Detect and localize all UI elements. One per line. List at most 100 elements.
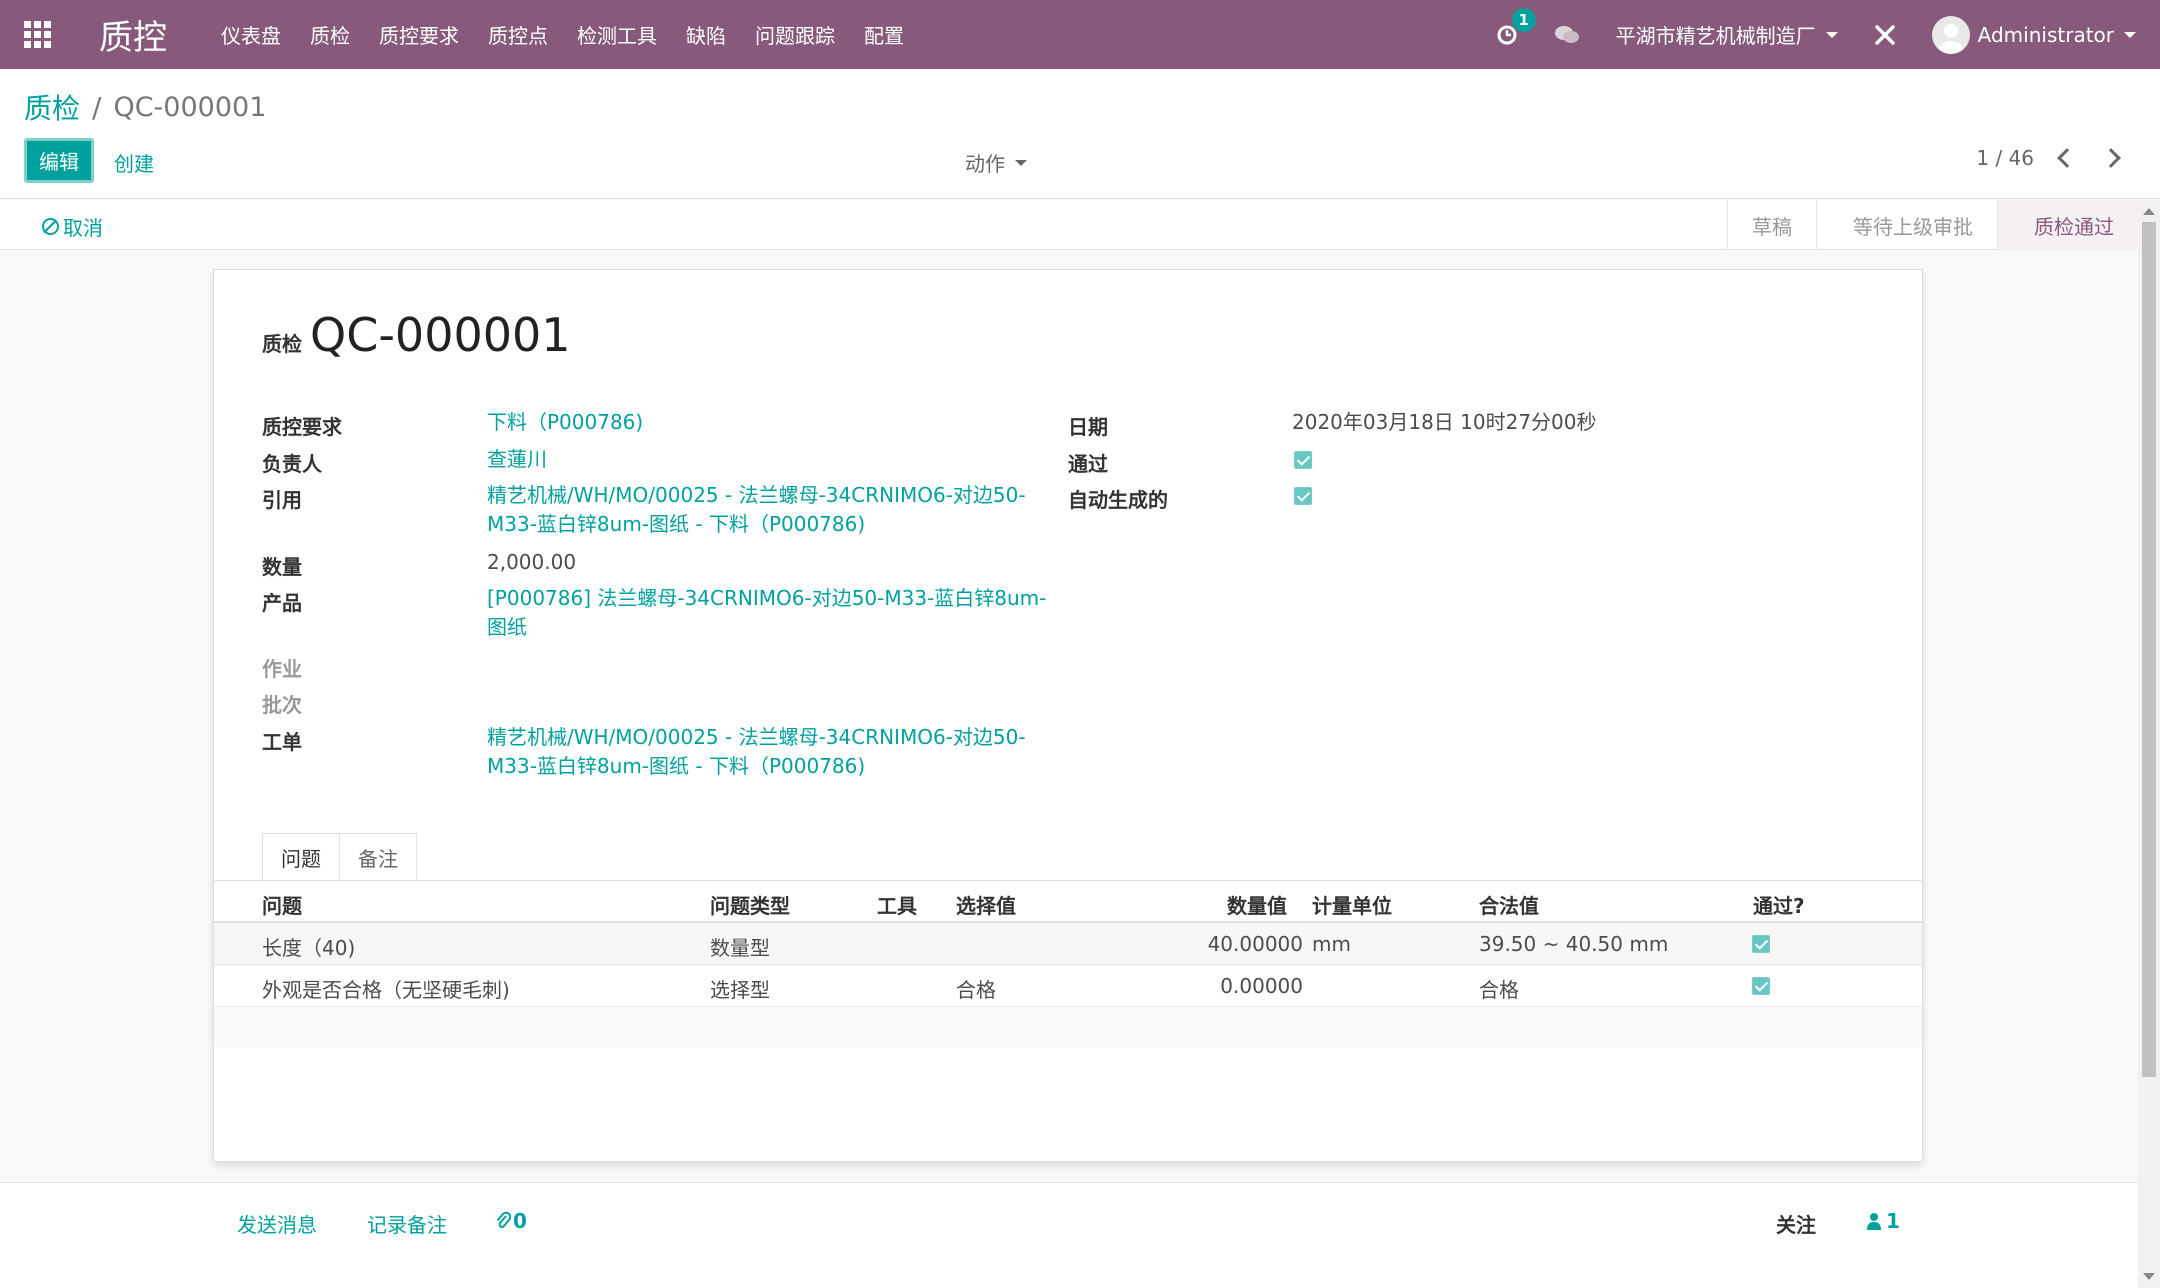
field-product-line2: 图纸 bbox=[487, 615, 527, 639]
menu-issue-tracking[interactable]: 问题跟踪 bbox=[755, 20, 835, 49]
notebook-tabs: 问题 备注 bbox=[262, 833, 417, 881]
table-row-empty bbox=[214, 1007, 1922, 1047]
control-panel: 质检 / QC-000001 编辑 创建 动作 1 / 46 bbox=[0, 69, 2160, 199]
debug-tools-button[interactable] bbox=[1874, 24, 1896, 46]
send-message-button[interactable]: 发送消息 bbox=[237, 1209, 317, 1238]
label-passed: 通过 bbox=[1068, 452, 1108, 476]
row-passed-checkbox bbox=[1752, 935, 1770, 953]
company-name: 平湖市精艺机械制造厂 bbox=[1615, 24, 1816, 48]
label-product: 产品 bbox=[262, 591, 302, 615]
tab-questions[interactable]: 问题 bbox=[262, 833, 340, 881]
cell-type: 数量型 bbox=[710, 936, 770, 960]
col-tool[interactable]: 工具 bbox=[877, 890, 917, 919]
field-product-line1: [P000786] 法兰螺母-34CRNIMO6-对边50-M33-蓝白锌8um… bbox=[487, 586, 1047, 610]
chevron-down-icon bbox=[1015, 159, 1027, 166]
create-button[interactable]: 创建 bbox=[114, 148, 154, 177]
cell-choice: 合格 bbox=[956, 978, 996, 1002]
tools-icon bbox=[1874, 24, 1895, 45]
vertical-scrollbar[interactable] bbox=[2138, 200, 2160, 1288]
stage-pending-approval[interactable]: 等待上级审批 bbox=[1816, 200, 1997, 250]
stage-passed[interactable]: 质检通过 bbox=[1997, 200, 2138, 250]
col-legal-value[interactable]: 合法值 bbox=[1479, 890, 1539, 919]
form-sheet: 质检 QC-000001 质控要求 负责人 引用 数量 产品 作业 批次 工单 … bbox=[213, 269, 1923, 1162]
breadcrumb: 质检 / QC-000001 bbox=[24, 87, 266, 127]
field-responsible[interactable]: 查蓮川 bbox=[487, 445, 547, 474]
chat-icon bbox=[1554, 25, 1579, 43]
field-reference[interactable]: 精艺机械/WH/MO/00025 - 法兰螺母-34CRNIMO6-对边50- … bbox=[487, 481, 1026, 539]
record-title: 质检 QC-000001 bbox=[262, 308, 571, 362]
menu-defects[interactable]: 缺陷 bbox=[686, 20, 726, 49]
chevron-left-icon[interactable] bbox=[2057, 148, 2077, 168]
menu-quality-requirements[interactable]: 质控要求 bbox=[379, 20, 459, 49]
auto-generated-checkbox bbox=[1294, 487, 1312, 505]
col-passed[interactable]: 通过? bbox=[1753, 890, 1805, 919]
actions-label: 动作 bbox=[965, 152, 1005, 176]
cell-question: 长度（40) bbox=[262, 936, 356, 960]
field-workorder-line2: M33-蓝白锌8um-图纸 - 下料（P000786) bbox=[487, 754, 866, 778]
top-navbar: 质控 仪表盘 质检 质控要求 质控点 检测工具 缺陷 问题跟踪 配置 1 平湖市… bbox=[0, 0, 2160, 69]
user-menu[interactable]: Administrator bbox=[1931, 15, 2136, 54]
attachments-button[interactable]: 0 bbox=[495, 1209, 527, 1233]
app-brand[interactable]: 质控 bbox=[99, 10, 167, 59]
followers-button[interactable]: 1 bbox=[1866, 1209, 1900, 1233]
label-date: 日期 bbox=[1068, 415, 1108, 439]
actions-dropdown[interactable]: 动作 bbox=[965, 148, 1027, 177]
company-switcher[interactable]: 平湖市精艺机械制造厂 bbox=[1616, 20, 1838, 49]
field-date: 2020年03月18日 10时27分00秒 bbox=[1292, 410, 1597, 434]
chevron-down-icon bbox=[2124, 31, 2136, 38]
menu-configuration[interactable]: 配置 bbox=[864, 20, 904, 49]
pager: 1 / 46 bbox=[1976, 146, 2121, 170]
table-row[interactable]: 长度（40) 数量型 40.00000 mm 39.50 ~ 40.50 mm bbox=[214, 923, 1922, 965]
menu-quality-check[interactable]: 质检 bbox=[310, 20, 350, 49]
col-uom[interactable]: 计量单位 bbox=[1312, 890, 1392, 919]
messaging-button[interactable] bbox=[1554, 24, 1580, 46]
scroll-up-icon[interactable] bbox=[2143, 208, 2155, 215]
follow-button[interactable]: 关注 bbox=[1776, 1209, 1816, 1238]
field-requirement[interactable]: 下料（P000786) bbox=[487, 408, 643, 437]
scroll-down-icon[interactable] bbox=[2143, 1273, 2155, 1280]
cell-legal: 39.50 ~ 40.50 mm bbox=[1479, 932, 1669, 956]
pager-value[interactable]: 1 / 46 bbox=[1976, 146, 2034, 170]
scroll-thumb[interactable] bbox=[2142, 222, 2156, 1077]
stage-draft[interactable]: 草稿 bbox=[1727, 200, 1816, 250]
col-quantity-value[interactable]: 数量值 bbox=[1227, 890, 1287, 919]
apps-grid-icon bbox=[24, 21, 51, 48]
field-reference-line2: M33-蓝白锌8um-图纸 - 下料（P000786) bbox=[487, 512, 866, 536]
label-responsible: 负责人 bbox=[262, 452, 322, 476]
cell-legal: 合格 bbox=[1479, 978, 1519, 1002]
user-avatar-icon bbox=[1938, 23, 1963, 54]
edit-button[interactable]: 编辑 bbox=[24, 138, 94, 183]
tab-notes[interactable]: 备注 bbox=[339, 833, 417, 881]
breadcrumb-separator: / bbox=[92, 90, 102, 124]
main-menu: 仪表盘 质检 质控要求 质控点 检测工具 缺陷 问题跟踪 配置 bbox=[221, 20, 933, 49]
label-lot: 批次 bbox=[262, 693, 302, 717]
cell-quantity: 40.00000 bbox=[1207, 932, 1303, 956]
col-question[interactable]: 问题 bbox=[262, 890, 302, 919]
col-choice[interactable]: 选择值 bbox=[956, 890, 1016, 919]
chevron-right-icon[interactable] bbox=[2101, 148, 2121, 168]
table-row[interactable]: 外观是否合格（无坚硬毛刺) 选择型 合格 0.00000 合格 bbox=[214, 965, 1922, 1007]
col-question-type[interactable]: 问题类型 bbox=[710, 890, 790, 919]
cancel-button[interactable]: 取消 bbox=[42, 212, 103, 241]
avatar bbox=[1931, 15, 1970, 54]
label-operation: 作业 bbox=[262, 657, 302, 681]
label-reference: 引用 bbox=[262, 488, 302, 512]
menu-dashboard[interactable]: 仪表盘 bbox=[221, 20, 281, 49]
menu-inspection-tools[interactable]: 检测工具 bbox=[577, 20, 657, 49]
cancel-label: 取消 bbox=[63, 216, 103, 240]
log-note-button[interactable]: 记录备注 bbox=[367, 1209, 447, 1238]
cell-type: 选择型 bbox=[710, 978, 770, 1002]
menu-control-points[interactable]: 质控点 bbox=[488, 20, 548, 49]
activity-count-badge: 1 bbox=[1511, 7, 1536, 32]
form-statusbar: 取消 草稿 等待上级审批 质检通过 bbox=[0, 200, 2138, 250]
apps-menu-button[interactable] bbox=[0, 0, 75, 69]
activity-button[interactable]: 1 bbox=[1496, 7, 1536, 46]
questions-table: 问题 问题类型 工具 选择值 数量值 计量单位 合法值 通过? 长度（40) 数… bbox=[214, 881, 1922, 1047]
title-name: QC-000001 bbox=[310, 308, 571, 362]
breadcrumb-parent[interactable]: 质检 bbox=[24, 87, 80, 127]
field-workorder[interactable]: 精艺机械/WH/MO/00025 - 法兰螺母-34CRNIMO6-对边50- … bbox=[487, 723, 1026, 781]
field-product[interactable]: [P000786] 法兰螺母-34CRNIMO6-对边50-M33-蓝白锌8um… bbox=[487, 584, 1046, 642]
field-reference-line1: 精艺机械/WH/MO/00025 - 法兰螺母-34CRNIMO6-对边50- bbox=[487, 483, 1026, 507]
chatter: 发送消息 记录备注 0 关注 1 bbox=[0, 1182, 2138, 1288]
label-auto-generated: 自动生成的 bbox=[1068, 488, 1168, 512]
